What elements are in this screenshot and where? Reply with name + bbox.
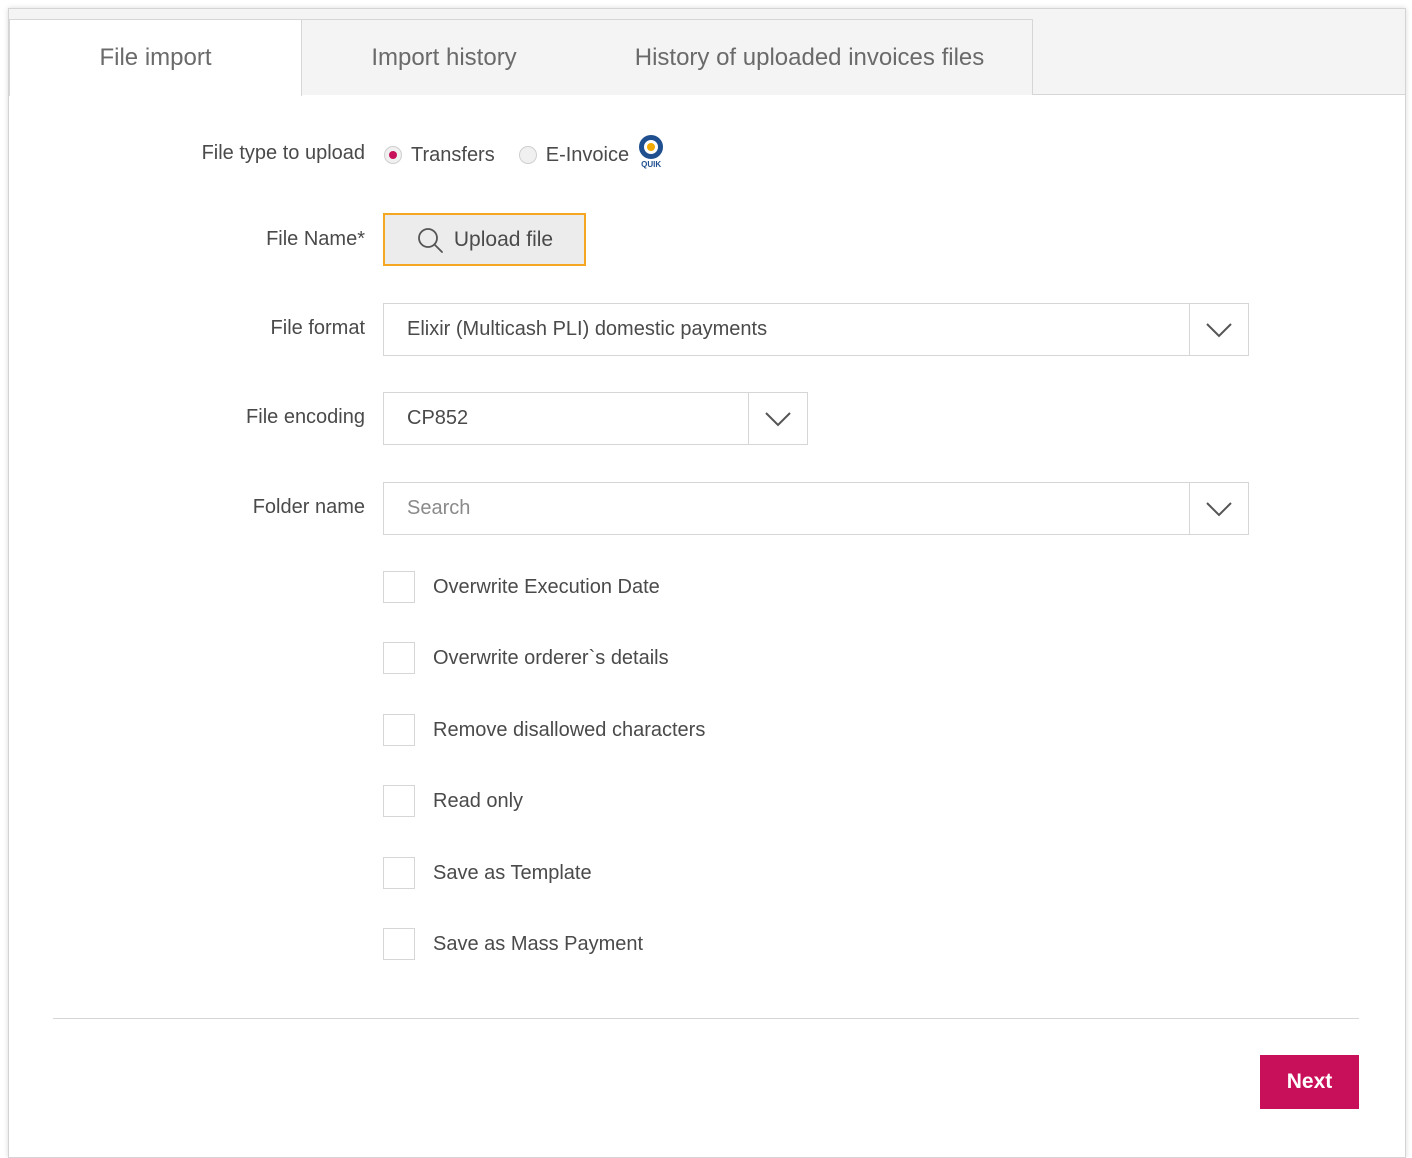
tab-import-history[interactable]: Import history <box>301 19 588 95</box>
folder-name-dropdown-toggle[interactable] <box>1189 483 1248 534</box>
divider <box>53 1018 1359 1019</box>
file-type-label: File type to upload <box>201 142 365 164</box>
remove-disallowed-characters-checkbox[interactable] <box>383 714 415 746</box>
tab-history-of-uploaded-invoices[interactable]: History of uploaded invoices files <box>587 19 1033 95</box>
radio-e-invoice-indicator[interactable] <box>518 146 537 164</box>
quik-logo-icon: QUIK <box>639 135 664 169</box>
radio-e-invoice[interactable]: E-Invoice <box>518 143 630 167</box>
file-encoding-value: CP852 <box>407 407 469 429</box>
quik-logo-text: QUIK <box>641 160 662 169</box>
checkbox-row-overwrite-orderer-details: Overwrite orderer`s details <box>383 642 669 674</box>
tab-label: History of uploaded invoices files <box>634 43 985 71</box>
tab-label: Import history <box>371 43 517 71</box>
file-format-value: Elixir (Multicash PLI) domestic payments <box>407 318 768 340</box>
folder-name-select[interactable]: Search <box>383 482 1249 535</box>
save-as-mass-payment-checkbox[interactable] <box>383 928 415 960</box>
tab-bar: File import Import history History of up… <box>9 9 1405 96</box>
overwrite-execution-date-checkbox[interactable] <box>383 571 415 603</box>
search-icon <box>417 227 443 253</box>
file-import-panel: File import Import history History of up… <box>8 8 1406 1158</box>
file-encoding-dropdown-toggle[interactable] <box>748 393 807 444</box>
file-format-label: File format <box>270 317 365 339</box>
checkbox-row-save-as-template: Save as Template <box>383 857 592 889</box>
checkbox-row-overwrite-execution-date: Overwrite Execution Date <box>383 571 660 603</box>
overwrite-orderer-details-checkbox[interactable] <box>383 642 415 674</box>
upload-file-label: Upload file <box>453 227 554 251</box>
next-button-label: Next <box>1286 1070 1333 1093</box>
radio-transfers[interactable]: Transfers <box>384 144 495 167</box>
file-encoding-select[interactable]: CP852 <box>383 392 808 445</box>
save-as-template-checkbox[interactable] <box>383 857 415 889</box>
checkbox-label: Remove disallowed characters <box>433 718 706 741</box>
radio-e-invoice-label: E-Invoice <box>545 143 630 166</box>
file-type-radio-group: Transfers E-Invoice QUIK <box>384 135 664 169</box>
file-format-select[interactable]: Elixir (Multicash PLI) domestic payments <box>383 303 1249 356</box>
tab-file-import[interactable]: File import <box>9 19 302 96</box>
checkbox-row-read-only: Read only <box>383 785 523 817</box>
checkbox-label: Save as Mass Payment <box>433 932 644 955</box>
upload-file-button[interactable]: Upload file <box>383 213 586 266</box>
radio-transfers-label: Transfers <box>411 143 495 166</box>
folder-name-label: Folder name <box>252 496 365 518</box>
checkbox-label: Overwrite orderer`s details <box>433 646 669 669</box>
chevron-down-icon <box>765 411 791 426</box>
chevron-down-icon <box>1206 501 1232 516</box>
file-encoding-label: File encoding <box>246 406 365 428</box>
checkbox-label: Read only <box>433 789 524 812</box>
file-name-label: File Name* <box>266 228 365 250</box>
checkbox-label: Save as Template <box>433 861 592 884</box>
next-button[interactable]: Next <box>1260 1055 1359 1109</box>
tab-label: File import <box>99 44 212 71</box>
checkbox-row-save-as-mass-payment: Save as Mass Payment <box>383 928 643 960</box>
read-only-checkbox[interactable] <box>383 785 415 817</box>
checkbox-row-remove-disallowed-characters: Remove disallowed characters <box>383 714 705 746</box>
chevron-down-icon <box>1206 322 1232 337</box>
file-format-dropdown-toggle[interactable] <box>1189 304 1248 355</box>
radio-transfers-indicator[interactable] <box>384 146 402 164</box>
folder-name-search-input[interactable]: Search <box>407 483 470 534</box>
checkbox-label: Overwrite Execution Date <box>433 575 660 598</box>
